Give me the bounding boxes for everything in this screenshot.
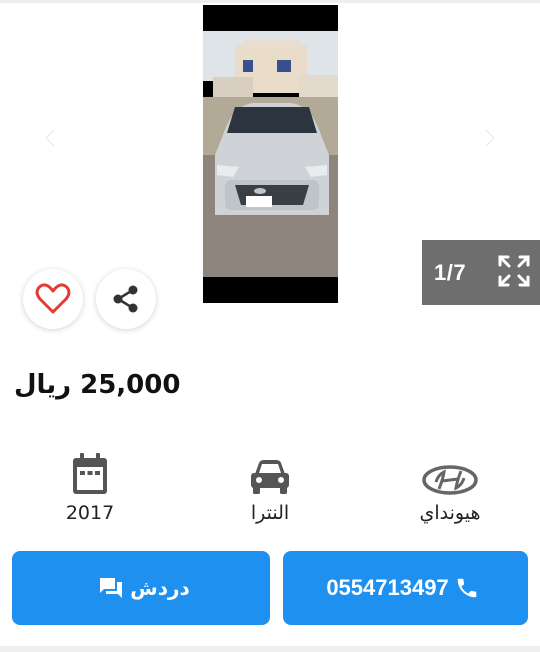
car-icon <box>251 460 289 494</box>
spec-year: 2017 <box>20 450 160 524</box>
chat-button-label: دردش <box>130 576 190 600</box>
prev-photo-button[interactable] <box>35 123 65 153</box>
spec-make: هيونداي <box>380 450 520 524</box>
spec-model: النترا <box>200 450 340 524</box>
spec-year-value: 2017 <box>65 502 115 524</box>
spec-make-value: هيونداي <box>419 502 481 524</box>
car-photo[interactable] <box>203 5 338 303</box>
photo-gallery[interactable]: 1/7 <box>0 3 540 305</box>
spec-model-value: النترا <box>250 502 290 524</box>
phone-number: 0554713497 <box>326 575 449 600</box>
chat-icon <box>100 578 123 598</box>
heart-outline-icon <box>35 283 71 314</box>
call-button[interactable]: 0554713497 <box>283 551 528 625</box>
chat-button[interactable]: دردش <box>12 551 270 625</box>
chevron-right-icon <box>484 128 496 148</box>
hyundai-logo-icon <box>422 465 478 495</box>
phone-icon <box>457 578 476 598</box>
car-photo-image <box>203 5 338 303</box>
share-button[interactable] <box>96 269 156 329</box>
listing-price: 25,000 ريال <box>14 370 181 400</box>
photo-counter-overlay[interactable]: 1/7 <box>422 240 540 305</box>
share-icon <box>113 285 138 313</box>
favorite-button[interactable] <box>23 269 83 329</box>
chevron-left-icon <box>44 128 56 148</box>
next-photo-button[interactable] <box>475 123 505 153</box>
calendar-icon <box>73 453 107 494</box>
fullscreen-icon[interactable] <box>496 253 532 289</box>
photo-counter: 1/7 <box>434 259 467 285</box>
bottom-divider <box>0 646 540 652</box>
